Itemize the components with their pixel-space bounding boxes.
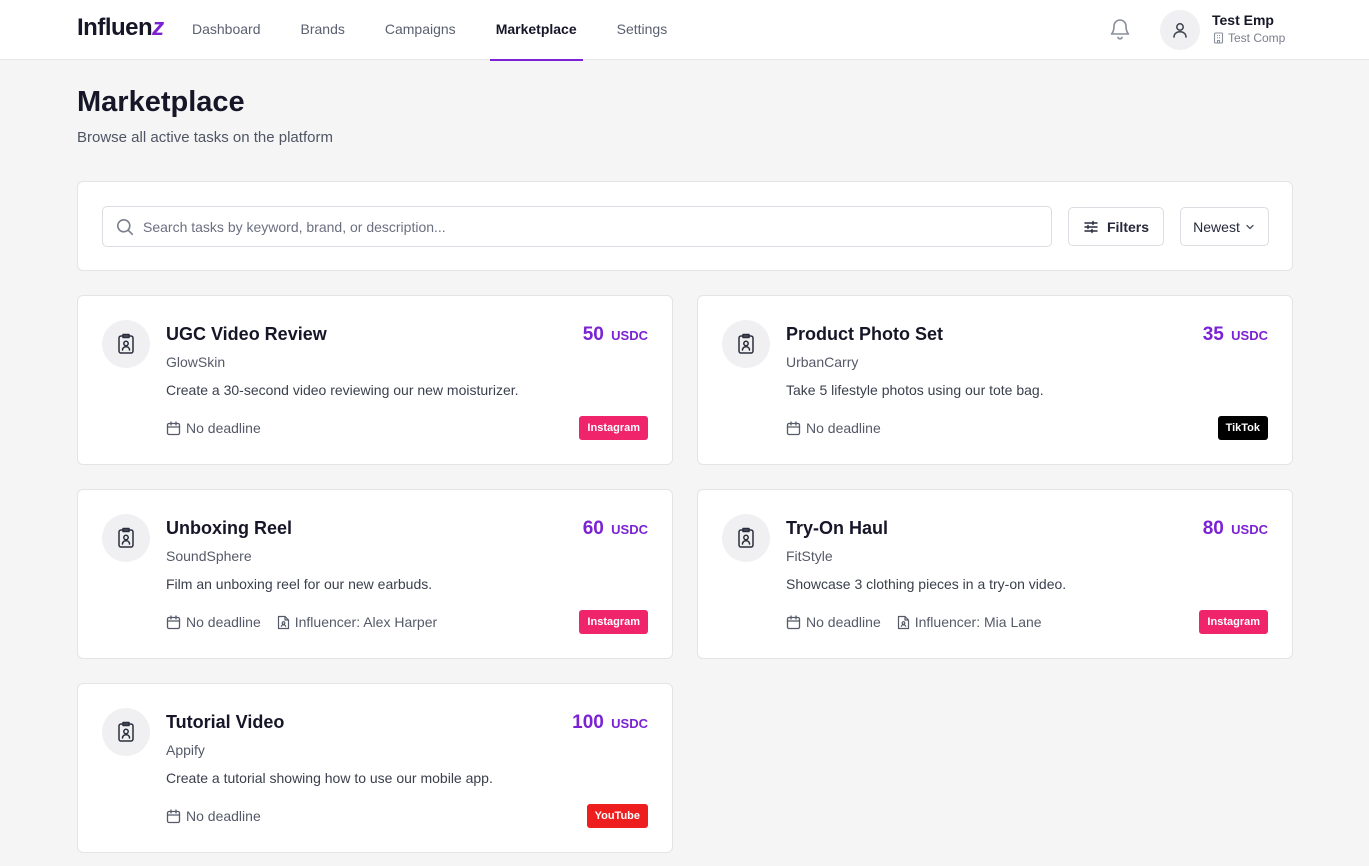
user-company: Test Comp bbox=[1213, 31, 1285, 45]
assigned-influencer: Influencer: Mia Lane bbox=[897, 614, 1042, 630]
deadline-label: No deadline bbox=[186, 420, 261, 436]
deadline-label: No deadline bbox=[186, 614, 261, 630]
deadline: No deadline bbox=[786, 614, 881, 630]
task-description: Take 5 lifestyle photos using our tote b… bbox=[786, 382, 1044, 398]
user-badge-icon bbox=[277, 615, 289, 629]
deadline-label: No deadline bbox=[806, 614, 881, 630]
sort-select[interactable]: Newest bbox=[1180, 207, 1269, 246]
task-card[interactable]: Tutorial Video Appify Create a tutorial … bbox=[77, 683, 673, 853]
platform-badge: Instagram bbox=[1199, 610, 1268, 634]
search-box[interactable] bbox=[102, 206, 1052, 247]
search-panel: Filters Newest bbox=[77, 181, 1293, 271]
platform-badge: YouTube bbox=[586, 804, 648, 828]
platform-badge: Instagram bbox=[579, 610, 648, 634]
calendar-icon bbox=[166, 808, 181, 823]
platform-badge: Instagram bbox=[579, 416, 648, 440]
task-clipboard-icon bbox=[102, 514, 150, 562]
page-title: Marketplace bbox=[77, 86, 245, 118]
nav-item-marketplace[interactable]: Marketplace bbox=[489, 0, 583, 61]
task-price: 60 USDC bbox=[582, 518, 648, 539]
user-badge-icon bbox=[897, 615, 909, 629]
task-description: Showcase 3 clothing pieces in a try-on v… bbox=[786, 576, 1067, 592]
user-name[interactable]: Test Emp bbox=[1212, 12, 1274, 28]
deadline-label: No deadline bbox=[186, 808, 261, 824]
chevron-down-icon bbox=[1246, 224, 1254, 229]
task-brand: UrbanCarry bbox=[786, 354, 859, 370]
task-description: Create a 30-second video reviewing our n… bbox=[166, 382, 519, 398]
user-company-label: Test Comp bbox=[1228, 31, 1286, 45]
task-meta: No deadline Influencer: Mia Lane bbox=[786, 614, 1058, 630]
building-icon bbox=[1213, 32, 1224, 44]
task-title[interactable]: Unboxing Reel bbox=[166, 518, 292, 539]
task-meta: No deadline Influencer: Alex Harper bbox=[166, 614, 453, 630]
user-icon bbox=[1173, 23, 1187, 38]
nav-item-brands[interactable]: Brands bbox=[299, 0, 347, 60]
main-nav: Dashboard Brands Campaigns Marketplace S… bbox=[190, 0, 705, 61]
task-description: Create a tutorial showing how to use our… bbox=[166, 770, 493, 786]
deadline-label: No deadline bbox=[806, 420, 881, 436]
search-icon bbox=[117, 219, 134, 236]
task-meta: No deadline bbox=[166, 420, 277, 436]
task-clipboard-icon bbox=[722, 514, 770, 562]
page-subtitle: Browse all active tasks on the platform bbox=[77, 129, 333, 146]
task-card[interactable]: Product Photo Set UrbanCarry Take 5 life… bbox=[697, 295, 1293, 465]
task-title[interactable]: Try-On Haul bbox=[786, 518, 888, 539]
nav-item-dashboard[interactable]: Dashboard bbox=[190, 0, 263, 60]
notification-bell-icon[interactable] bbox=[1108, 16, 1132, 42]
assigned-influencer: Influencer: Alex Harper bbox=[277, 614, 437, 630]
sliders-icon bbox=[1084, 220, 1098, 233]
task-price: 35 USDC bbox=[1202, 324, 1268, 345]
app-logo[interactable]: Influenz bbox=[77, 14, 164, 42]
influencer-label: Influencer: Alex Harper bbox=[294, 614, 438, 630]
search-input[interactable] bbox=[143, 207, 1043, 246]
task-brand: GlowSkin bbox=[166, 354, 226, 370]
task-brand: Appify bbox=[166, 742, 205, 758]
deadline: No deadline bbox=[166, 808, 261, 824]
filters-label: Filters bbox=[1106, 218, 1149, 235]
task-brand: SoundSphere bbox=[166, 548, 252, 564]
task-description: Film an unboxing reel for our new earbud… bbox=[166, 576, 433, 592]
calendar-icon bbox=[786, 420, 801, 435]
influencer-label: Influencer: Mia Lane bbox=[914, 614, 1042, 630]
task-clipboard-icon bbox=[102, 708, 150, 756]
task-brand: FitStyle bbox=[786, 548, 833, 564]
task-card[interactable]: Unboxing Reel SoundSphere Film an unboxi… bbox=[77, 489, 673, 659]
task-card[interactable]: Try-On Haul FitStyle Showcase 3 clothing… bbox=[697, 489, 1293, 659]
nav-item-campaigns[interactable]: Campaigns bbox=[383, 0, 458, 60]
task-price: 100 USDC bbox=[572, 712, 648, 733]
platform-badge: TikTok bbox=[1217, 416, 1268, 440]
filters-button[interactable]: Filters bbox=[1068, 207, 1164, 246]
calendar-icon bbox=[166, 420, 181, 435]
calendar-icon bbox=[166, 614, 181, 629]
task-title[interactable]: UGC Video Review bbox=[166, 324, 327, 345]
user-avatar[interactable] bbox=[1160, 10, 1200, 50]
deadline: No deadline bbox=[166, 614, 261, 630]
top-nav-bar: Influenz Dashboard Brands Campaigns Mark… bbox=[0, 0, 1369, 61]
task-price: 80 USDC bbox=[1202, 518, 1268, 539]
task-meta: No deadline bbox=[166, 808, 277, 824]
task-meta: No deadline bbox=[786, 420, 897, 436]
deadline: No deadline bbox=[166, 420, 261, 436]
nav-item-settings[interactable]: Settings bbox=[615, 0, 670, 60]
task-title[interactable]: Tutorial Video bbox=[166, 712, 284, 733]
calendar-icon bbox=[786, 614, 801, 629]
sort-label: Newest bbox=[1193, 218, 1240, 235]
task-price: 50 USDC bbox=[582, 324, 648, 345]
task-title[interactable]: Product Photo Set bbox=[786, 324, 943, 345]
task-clipboard-icon bbox=[102, 320, 150, 368]
task-card[interactable]: UGC Video Review GlowSkin Create a 30-se… bbox=[77, 295, 673, 465]
deadline: No deadline bbox=[786, 420, 881, 436]
task-clipboard-icon bbox=[722, 320, 770, 368]
